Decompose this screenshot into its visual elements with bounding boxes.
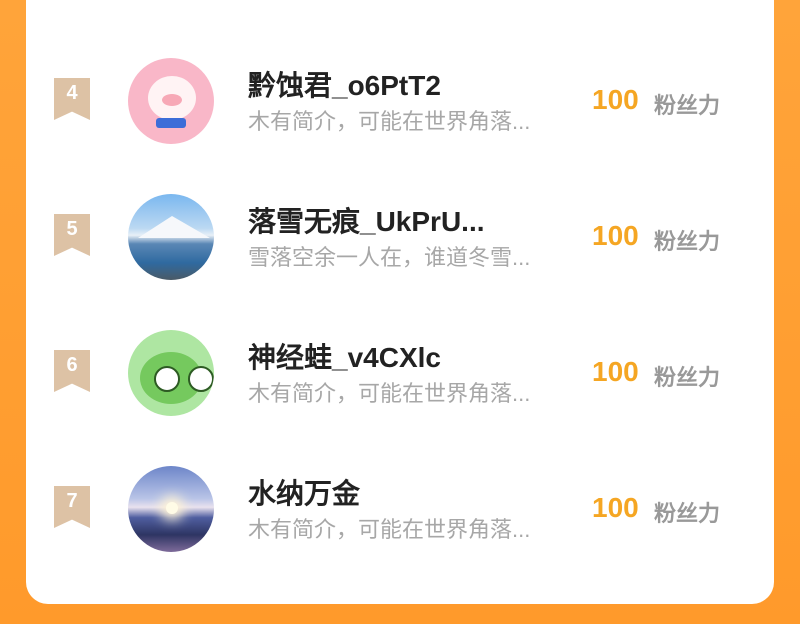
frog-eye (154, 366, 180, 392)
rank-number: 5 (66, 218, 78, 240)
user-name[interactable]: 黔蚀君_o6PtT2 (248, 64, 568, 104)
user-bio: 雪落空余一人在，谁道冬雪... (248, 245, 531, 270)
user-bio: 木有简介，可能在世界角落... (248, 109, 531, 134)
user-name[interactable]: 水纳万金 (248, 472, 568, 512)
rank-badge: 5 (54, 214, 90, 256)
ranking-row-6[interactable]: 6 神经蛙_v4CXlc 木有简介，可能在世界角落... 100 粉丝力 (0, 330, 800, 430)
rank-badge: 4 (54, 78, 90, 120)
frog-eye (188, 366, 214, 392)
rank-badge: 6 (54, 350, 90, 392)
fans-label: 粉丝力 (654, 501, 721, 526)
mountain-shape (138, 216, 210, 238)
frog-head (140, 352, 214, 404)
fans-label: 粉丝力 (654, 229, 721, 254)
fans-label: 粉丝力 (654, 93, 721, 118)
fans-label: 粉丝力 (654, 365, 721, 390)
pig-snout (162, 94, 182, 106)
user-bio: 木有简介，可能在世界角落... (248, 381, 531, 406)
fans-count: 100 (592, 356, 639, 387)
sun-glow (166, 502, 178, 514)
pig-tie (156, 118, 186, 128)
rank-badge: 7 (54, 486, 90, 528)
frog-avatar-icon[interactable] (128, 330, 214, 416)
pig-avatar-icon[interactable] (128, 58, 214, 144)
lake-mountain-avatar-icon[interactable] (128, 194, 214, 280)
fans-count: 100 (592, 220, 639, 251)
rank-number: 7 (66, 490, 78, 512)
user-bio: 木有简介，可能在世界角落... (248, 517, 531, 542)
sunset-avatar-icon[interactable] (128, 466, 214, 552)
ranking-row-7[interactable]: 7 水纳万金 木有简介，可能在世界角落... 100 粉丝力 (0, 466, 800, 566)
fans-count: 100 (592, 492, 639, 523)
ranking-row-4[interactable]: 4 黔蚀君_o6PtT2 木有简介，可能在世界角落... 100 粉丝力 (0, 58, 800, 158)
ranking-row-5[interactable]: 5 落雪无痕_UkPrU... 雪落空余一人在，谁道冬雪... 100 粉丝力 (0, 194, 800, 294)
user-name[interactable]: 神经蛙_v4CXlc (248, 336, 568, 376)
rank-number: 4 (66, 82, 78, 104)
rank-number: 6 (66, 354, 78, 376)
user-name[interactable]: 落雪无痕_UkPrU... (248, 200, 568, 240)
fans-count: 100 (592, 84, 639, 115)
